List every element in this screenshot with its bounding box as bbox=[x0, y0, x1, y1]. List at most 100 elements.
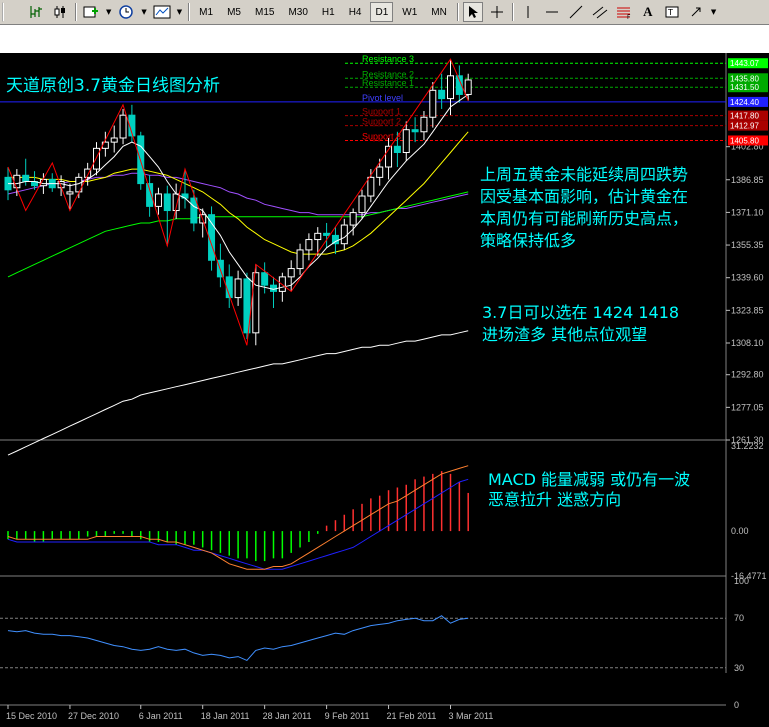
chart-area[interactable]: 1402.801386.851371.101355.351339.601323.… bbox=[0, 53, 769, 727]
annotation-text: MACD 能量减弱 或仍有一波 bbox=[488, 470, 690, 489]
candle-body bbox=[464, 79, 472, 95]
price-tag-label: 1435.80 bbox=[730, 74, 759, 83]
periods-clock-icon[interactable] bbox=[116, 2, 136, 22]
candle-body bbox=[314, 232, 322, 241]
channel-icon[interactable] bbox=[590, 2, 610, 22]
level-label: Resistance 1 bbox=[362, 78, 414, 88]
rsi-tick-label: 30 bbox=[734, 663, 744, 673]
grip-icon bbox=[2, 2, 22, 22]
chart-title: 天道原创3.7黄金日线图分析 bbox=[6, 76, 220, 96]
timeframe-h4-button[interactable]: H4 bbox=[344, 2, 367, 22]
timeframe-w1-button[interactable]: W1 bbox=[397, 2, 422, 22]
candle-body bbox=[429, 89, 437, 118]
candle-body bbox=[447, 75, 454, 100]
annotation-text: 恶意拉升 迷惑方向 bbox=[488, 490, 621, 509]
candle-body bbox=[190, 197, 198, 224]
level-label: Support 2 bbox=[362, 117, 401, 127]
chart-bar-icon[interactable] bbox=[26, 2, 46, 22]
dropdown-arrow-icon[interactable]: ▼ bbox=[710, 2, 717, 22]
macd-tick-label: 31.2232 bbox=[731, 441, 764, 451]
fibo-icon[interactable]: F bbox=[614, 2, 634, 22]
trendline-icon[interactable] bbox=[566, 2, 586, 22]
timeframe-group: M1 M5 M15 M30 H1 H4 D1 W1 MN bbox=[192, 2, 454, 22]
candle-body bbox=[13, 174, 21, 189]
candle-body bbox=[367, 176, 375, 197]
rsi-tick-label: 100 bbox=[734, 576, 749, 586]
time-tick-label: 18 Jan 2011 bbox=[201, 711, 250, 721]
annotation-text: 策略保持低多 bbox=[480, 231, 576, 250]
timeframe-d1-button[interactable]: D1 bbox=[370, 2, 394, 22]
price-tick-label: 1277.05 bbox=[731, 402, 764, 412]
timeframe-m15-button[interactable]: M15 bbox=[250, 2, 279, 22]
separator bbox=[456, 3, 458, 21]
candle-body bbox=[287, 268, 295, 278]
crosshair-icon[interactable] bbox=[487, 2, 507, 22]
vertical-line-icon[interactable] bbox=[518, 2, 538, 22]
separator bbox=[75, 3, 76, 21]
candle-body bbox=[376, 166, 384, 178]
toolbar: ▼ ▼ ▼ M1 M5 M15 M30 H1 H4 D1 W1 MN F A T ▼ bbox=[0, 0, 769, 25]
candle-body bbox=[93, 147, 100, 170]
candle-body bbox=[110, 137, 118, 143]
annotation-text: 3.7日可以选在 1424 1418 bbox=[482, 303, 679, 322]
candle-body bbox=[420, 116, 428, 133]
candle-body bbox=[358, 195, 366, 214]
templates-icon[interactable] bbox=[152, 2, 172, 22]
candle-body bbox=[296, 249, 304, 270]
separator bbox=[188, 3, 190, 21]
timeframe-m5-button[interactable]: M5 bbox=[222, 2, 246, 22]
new-indicator-icon[interactable] bbox=[81, 2, 101, 22]
price-tick-label: 1339.60 bbox=[731, 273, 764, 283]
candle-body bbox=[270, 284, 277, 292]
candle-body bbox=[402, 129, 410, 153]
price-tag-label: 1417.80 bbox=[730, 112, 759, 121]
rsi-tick-label: 70 bbox=[734, 613, 744, 623]
candle-body bbox=[154, 193, 162, 207]
annotation-text: 本周仍有可能刷新历史高点， bbox=[480, 209, 688, 228]
timeframe-m30-button[interactable]: M30 bbox=[283, 2, 312, 22]
separator bbox=[511, 3, 513, 21]
price-tick-label: 1371.10 bbox=[731, 207, 764, 217]
cursor-icon[interactable] bbox=[462, 2, 483, 22]
level-label: Pivot level bbox=[362, 93, 403, 103]
candle-body bbox=[119, 114, 127, 139]
time-tick-label: 9 Feb 2011 bbox=[325, 711, 370, 721]
candle-body bbox=[261, 272, 269, 286]
svg-text:T: T bbox=[667, 8, 673, 17]
price-tick-label: 1292.80 bbox=[731, 370, 764, 380]
candle-body bbox=[22, 174, 30, 183]
price-tag-label: 1443.07 bbox=[730, 59, 759, 68]
macd-tick-label: 0.00 bbox=[731, 526, 749, 536]
dropdown-arrow-icon[interactable]: ▼ bbox=[105, 2, 112, 22]
candle-body bbox=[163, 193, 171, 212]
price-tick-label: 1308.10 bbox=[731, 338, 764, 348]
chart-candle-icon[interactable] bbox=[50, 2, 70, 22]
time-tick-label: 6 Jan 2011 bbox=[139, 711, 183, 721]
time-tick-label: 15 Dec 2010 bbox=[6, 711, 57, 721]
price-tick-label: 1323.85 bbox=[731, 305, 764, 315]
arrows-icon[interactable] bbox=[686, 2, 706, 22]
text-icon[interactable]: A bbox=[638, 2, 658, 22]
annotation-text: 上周五黄金未能延续周四跌势 bbox=[480, 165, 688, 184]
candle-body bbox=[340, 224, 348, 245]
dropdown-arrow-icon[interactable]: ▼ bbox=[140, 2, 147, 22]
timeframe-mn-button[interactable]: MN bbox=[426, 2, 452, 22]
candle-body bbox=[305, 239, 313, 251]
candle-body bbox=[323, 232, 331, 236]
price-tag-label: 1424.40 bbox=[730, 98, 759, 107]
horizontal-line-icon[interactable] bbox=[542, 2, 562, 22]
timeframe-h1-button[interactable]: H1 bbox=[317, 2, 340, 22]
time-tick-label: 3 Mar 2011 bbox=[449, 711, 494, 721]
candle-body bbox=[349, 212, 357, 226]
candle-body bbox=[66, 191, 74, 195]
timeframe-m1-button[interactable]: M1 bbox=[194, 2, 218, 22]
label-icon[interactable]: T bbox=[662, 2, 682, 22]
time-tick-label: 27 Dec 2010 bbox=[68, 711, 119, 721]
candle-body bbox=[411, 129, 419, 133]
candle-body bbox=[438, 89, 446, 100]
rsi-tick-label: 0 bbox=[734, 700, 739, 710]
annotation-text: 因受基本面影响，估计黄金在 bbox=[480, 187, 688, 206]
candle-body bbox=[393, 145, 401, 153]
dropdown-arrow-icon[interactable]: ▼ bbox=[176, 2, 183, 22]
price-tag-label: 1431.50 bbox=[730, 83, 759, 92]
